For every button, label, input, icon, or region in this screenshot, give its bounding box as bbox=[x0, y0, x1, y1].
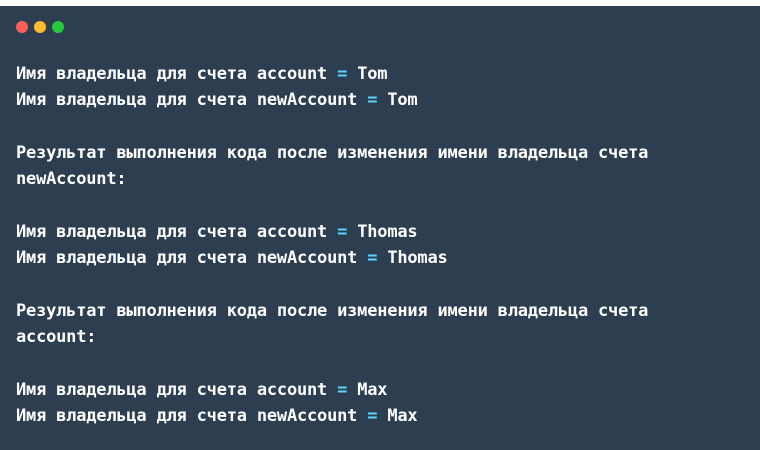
equals-operator: = bbox=[337, 222, 348, 242]
equals-operator: = bbox=[337, 380, 348, 400]
console-output: Имя владельца для счета account = Tom Им… bbox=[16, 61, 746, 429]
line-value: Thomas bbox=[387, 248, 448, 268]
equals-operator: = bbox=[367, 248, 378, 268]
line-value: Max bbox=[387, 406, 418, 426]
output-line: Имя владельца для счета newAccount = Tom bbox=[16, 87, 746, 113]
output-line: Имя владельца для счета account = Tom bbox=[16, 61, 746, 87]
line-text: Имя владельца для счета newAccount bbox=[16, 406, 358, 426]
output-line: Имя владельца для счета newAccount = Tho… bbox=[16, 245, 746, 271]
line-value: Tom bbox=[357, 64, 388, 84]
output-line: account: bbox=[16, 327, 97, 347]
equals-operator: = bbox=[337, 64, 348, 84]
output-line: Имя владельца для счета newAccount = Max bbox=[16, 403, 746, 429]
line-text: Имя владельца для счета account bbox=[16, 64, 328, 84]
line-value: Tom bbox=[387, 90, 418, 110]
code-output-window: Имя владельца для счета account = Tom Им… bbox=[0, 6, 760, 450]
line-text: Имя владельца для счета account bbox=[16, 380, 328, 400]
line-text: Имя владельца для счета newAccount bbox=[16, 248, 358, 268]
minimize-dot-icon bbox=[34, 21, 46, 33]
equals-operator: = bbox=[367, 406, 378, 426]
close-dot-icon bbox=[16, 21, 28, 33]
line-value: Max bbox=[357, 380, 388, 400]
output-line: Результат выполнения кода после изменени… bbox=[16, 301, 649, 321]
equals-operator: = bbox=[367, 90, 378, 110]
output-line: newAccount: bbox=[16, 169, 127, 189]
output-line: Имя владельца для счета account = Max bbox=[16, 377, 746, 403]
line-text: Имя владельца для счета newAccount bbox=[16, 90, 358, 110]
output-line: Результат выполнения кода после изменени… bbox=[16, 143, 649, 163]
window-controls bbox=[16, 21, 64, 33]
line-value: Thomas bbox=[357, 222, 418, 242]
output-line: Имя владельца для счета account = Thomas bbox=[16, 219, 746, 245]
line-text: Имя владельца для счета account bbox=[16, 222, 328, 242]
maximize-dot-icon bbox=[52, 21, 64, 33]
